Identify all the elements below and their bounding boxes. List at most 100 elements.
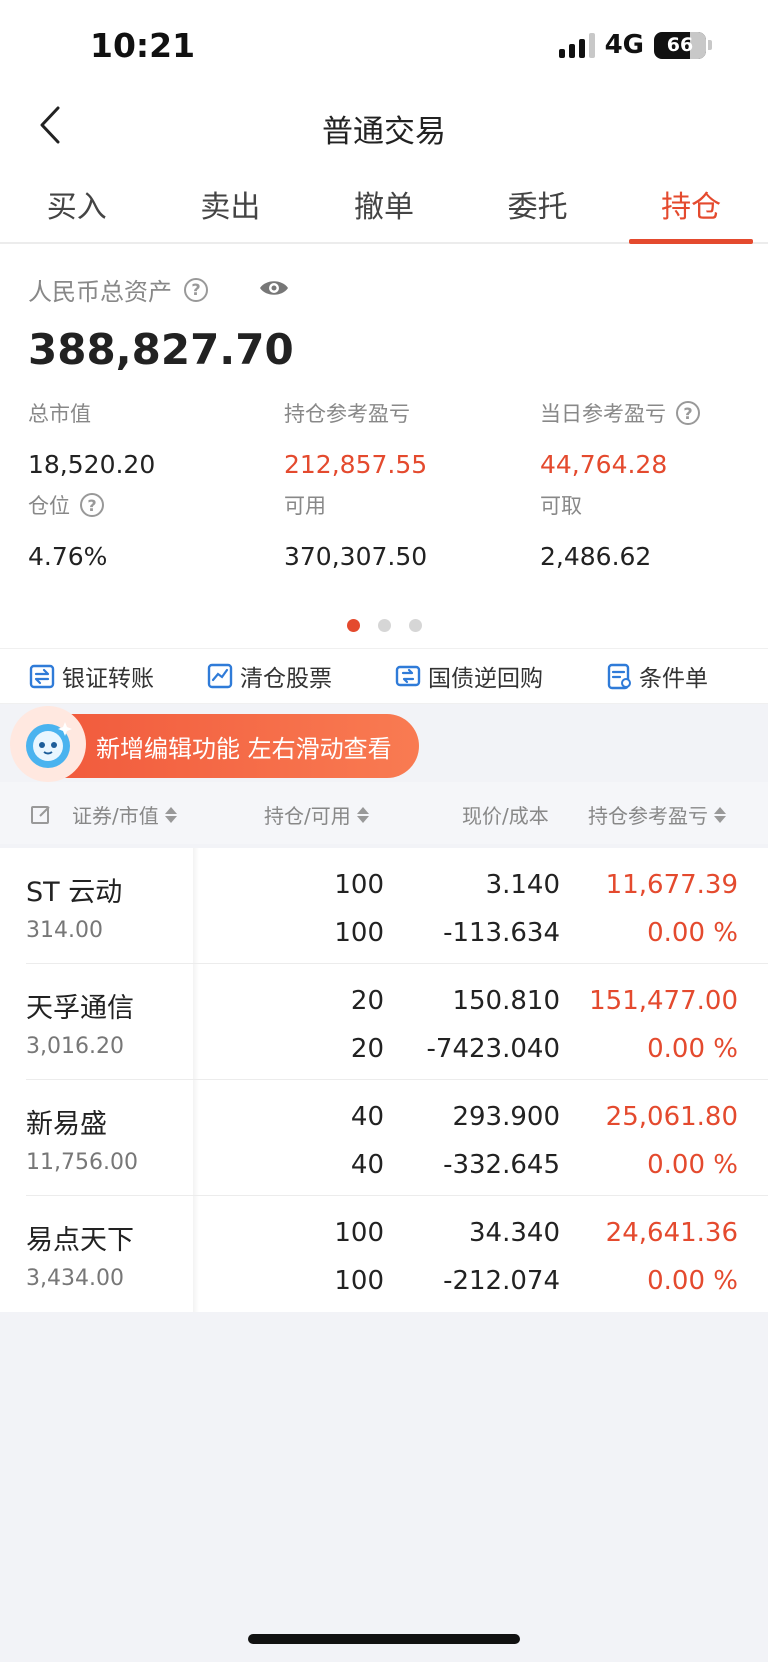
position-pl: 11,677.39 (605, 870, 738, 900)
security-market-value: 3,016.20 (26, 1034, 124, 1059)
security-market-value: 11,756.00 (26, 1150, 138, 1175)
position-qty: 40 (350, 1102, 384, 1132)
sort-icon[interactable] (356, 806, 369, 823)
quick-action-reverse-repo[interactable]: 国债逆回购 (394, 659, 543, 693)
tab-sell[interactable]: 卖出 (154, 158, 308, 242)
quick-action-label: 国债逆回购 (428, 666, 543, 692)
status-bar: 10:21 4G 66 (0, 0, 768, 92)
cost-price: -332.645 (443, 1150, 560, 1180)
daily-pl-label: 当日参考盈亏 (540, 402, 666, 426)
position-pl: 25,061.80 (605, 1102, 738, 1132)
cost-price: -212.074 (443, 1266, 560, 1296)
security-name: ST 云动 (26, 877, 123, 908)
current-price: 3.140 (485, 870, 560, 900)
total-assets-value: 388,827.70 (28, 325, 294, 374)
col-security-market-value[interactable]: 证券/市值 (72, 800, 159, 829)
home-indicator[interactable] (248, 1634, 520, 1644)
holdings-table-header: 证券/市值 持仓/可用 现价/成本 持仓参考盈亏 (0, 782, 768, 844)
position-pl-percent: 0.00 % (647, 1266, 738, 1296)
position-ratio-label: 仓位 (28, 494, 70, 518)
quick-action-label: 银证转账 (62, 666, 154, 692)
withdrawable-label: 可取 (540, 494, 582, 518)
position-pl-label: 持仓参考盈亏 (284, 402, 410, 426)
asset-summary: 人民币总资产 ? 388,827.70 总市值 18,520.20 持仓参考盈亏… (0, 244, 768, 648)
available-qty: 40 (350, 1150, 384, 1180)
available-value: 370,307.50 (284, 542, 428, 571)
security-name: 天孚通信 (26, 993, 134, 1024)
daily-pl-value: 44,764.28 (540, 450, 668, 479)
robot-mascot-icon (10, 706, 86, 782)
sort-icon[interactable] (714, 806, 726, 823)
quick-action-label: 条件单 (639, 666, 708, 692)
position-qty: 20 (350, 986, 384, 1016)
edit-icon[interactable] (30, 804, 52, 826)
col-position-available[interactable]: 持仓/可用 (264, 800, 351, 829)
total-assets-label: 人民币总资产 (28, 278, 172, 306)
quick-action-label: 清仓股票 (240, 666, 332, 692)
feature-banner[interactable]: 新增编辑功能 左右滑动查看 (10, 706, 419, 782)
page-dot[interactable] (408, 619, 422, 632)
signal-icon (558, 32, 595, 58)
holdings-list: ST 云动 314.00 100 100 3.140 -113.634 11,6… (0, 848, 768, 1312)
table-row[interactable]: ST 云动 314.00 100 100 3.140 -113.634 11,6… (0, 848, 768, 964)
position-qty: 100 (334, 1218, 384, 1248)
col-price-cost: 现价/成本 (462, 804, 549, 828)
market-value: 18,520.20 (28, 450, 156, 479)
quick-action-conditional-order[interactable]: 条件单 (605, 659, 708, 693)
help-icon[interactable]: ? (80, 493, 104, 517)
position-pl: 24,641.36 (605, 1218, 738, 1248)
available-qty: 100 (334, 1266, 384, 1296)
position-ratio-value: 4.76% (28, 542, 108, 571)
nav-bar: 普通交易 (0, 92, 768, 158)
position-pl: 151,477.00 (589, 986, 738, 1016)
eye-icon[interactable] (258, 277, 290, 303)
available-label: 可用 (284, 494, 326, 518)
table-row[interactable]: 天孚通信 3,016.20 20 20 150.810 -7423.040 15… (0, 964, 768, 1080)
page-dot[interactable] (346, 619, 360, 632)
position-qty: 100 (334, 870, 384, 900)
current-price: 34.340 (469, 1218, 560, 1248)
market-value-label: 总市值 (28, 402, 91, 426)
status-time: 10:21 (90, 26, 196, 65)
tab-cancel[interactable]: 撤单 (307, 158, 461, 242)
quick-action-clear-stock[interactable]: 清仓股票 (206, 659, 332, 693)
available-qty: 20 (350, 1034, 384, 1064)
position-pl-percent: 0.00 % (647, 1034, 738, 1064)
order-icon (607, 663, 631, 690)
trade-tabs: 买入 卖出 撤单 委托 持仓 (0, 158, 768, 244)
chart-icon (207, 663, 233, 689)
quick-actions: 银证转账 清仓股票 国债逆回购 条件单 (0, 648, 768, 704)
position-pl-percent: 0.00 % (647, 918, 738, 948)
cost-price: -7423.040 (426, 1034, 560, 1064)
bond-icon (395, 665, 421, 687)
withdrawable-value: 2,486.62 (540, 542, 652, 571)
position-pl-percent: 0.00 % (647, 1150, 738, 1180)
security-name: 新易盛 (26, 1109, 107, 1140)
security-market-value: 3,434.00 (26, 1266, 124, 1291)
page-title: 普通交易 (322, 114, 446, 150)
current-price: 293.900 (452, 1102, 560, 1132)
banner-text: 新增编辑功能 左右滑动查看 (96, 734, 392, 763)
table-row[interactable]: 新易盛 11,756.00 40 40 293.900 -332.645 25,… (0, 1080, 768, 1196)
col-position-pl[interactable]: 持仓参考盈亏 (588, 800, 708, 829)
tab-buy[interactable]: 买入 (0, 158, 154, 242)
battery-icon: 66 (654, 31, 706, 59)
available-qty: 100 (334, 918, 384, 948)
quick-action-transfer[interactable]: 银证转账 (28, 659, 154, 693)
table-row[interactable]: 易点天下 3,434.00 100 100 34.340 -212.074 24… (0, 1196, 768, 1312)
position-pl-value: 212,857.55 (284, 450, 428, 479)
help-icon[interactable]: ? (184, 277, 208, 302)
cost-price: -113.634 (443, 918, 560, 948)
page-indicator[interactable] (0, 619, 768, 632)
current-price: 150.810 (452, 986, 560, 1016)
tab-holdings[interactable]: 持仓 (614, 158, 768, 244)
network-label: 4G (604, 30, 644, 60)
page-dot[interactable] (377, 619, 391, 632)
battery-level: 66 (666, 34, 694, 56)
sort-icon[interactable] (164, 806, 177, 823)
transfer-icon (29, 664, 55, 689)
help-icon[interactable]: ? (676, 401, 700, 425)
security-market-value: 314.00 (26, 918, 103, 943)
security-name: 易点天下 (26, 1225, 134, 1256)
tab-orders[interactable]: 委托 (461, 158, 615, 242)
